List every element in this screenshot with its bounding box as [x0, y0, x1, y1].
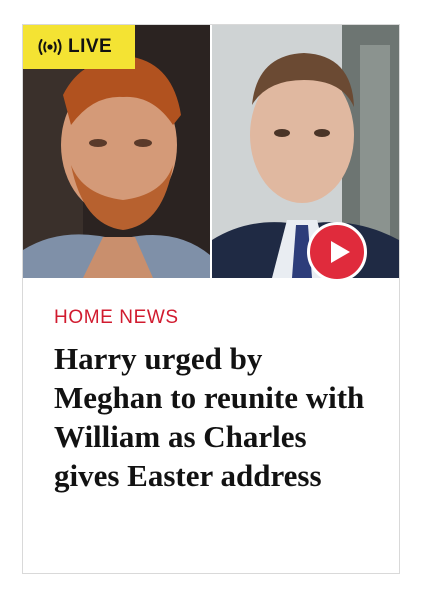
right-portrait-photo — [212, 25, 399, 278]
play-icon — [330, 241, 350, 263]
live-broadcast-icon — [37, 39, 63, 55]
article-headline[interactable]: Harry urged by Meghan to reunite with Wi… — [54, 339, 374, 495]
page: LIVE HOME NEWS Harry urged by Meghan to … — [0, 0, 426, 600]
live-badge: LIVE — [23, 25, 135, 69]
live-label: LIVE — [68, 36, 113, 57]
section-kicker[interactable]: HOME NEWS — [54, 307, 179, 329]
news-card[interactable]: LIVE HOME NEWS Harry urged by Meghan to … — [22, 24, 400, 574]
play-video-button[interactable] — [307, 222, 367, 282]
